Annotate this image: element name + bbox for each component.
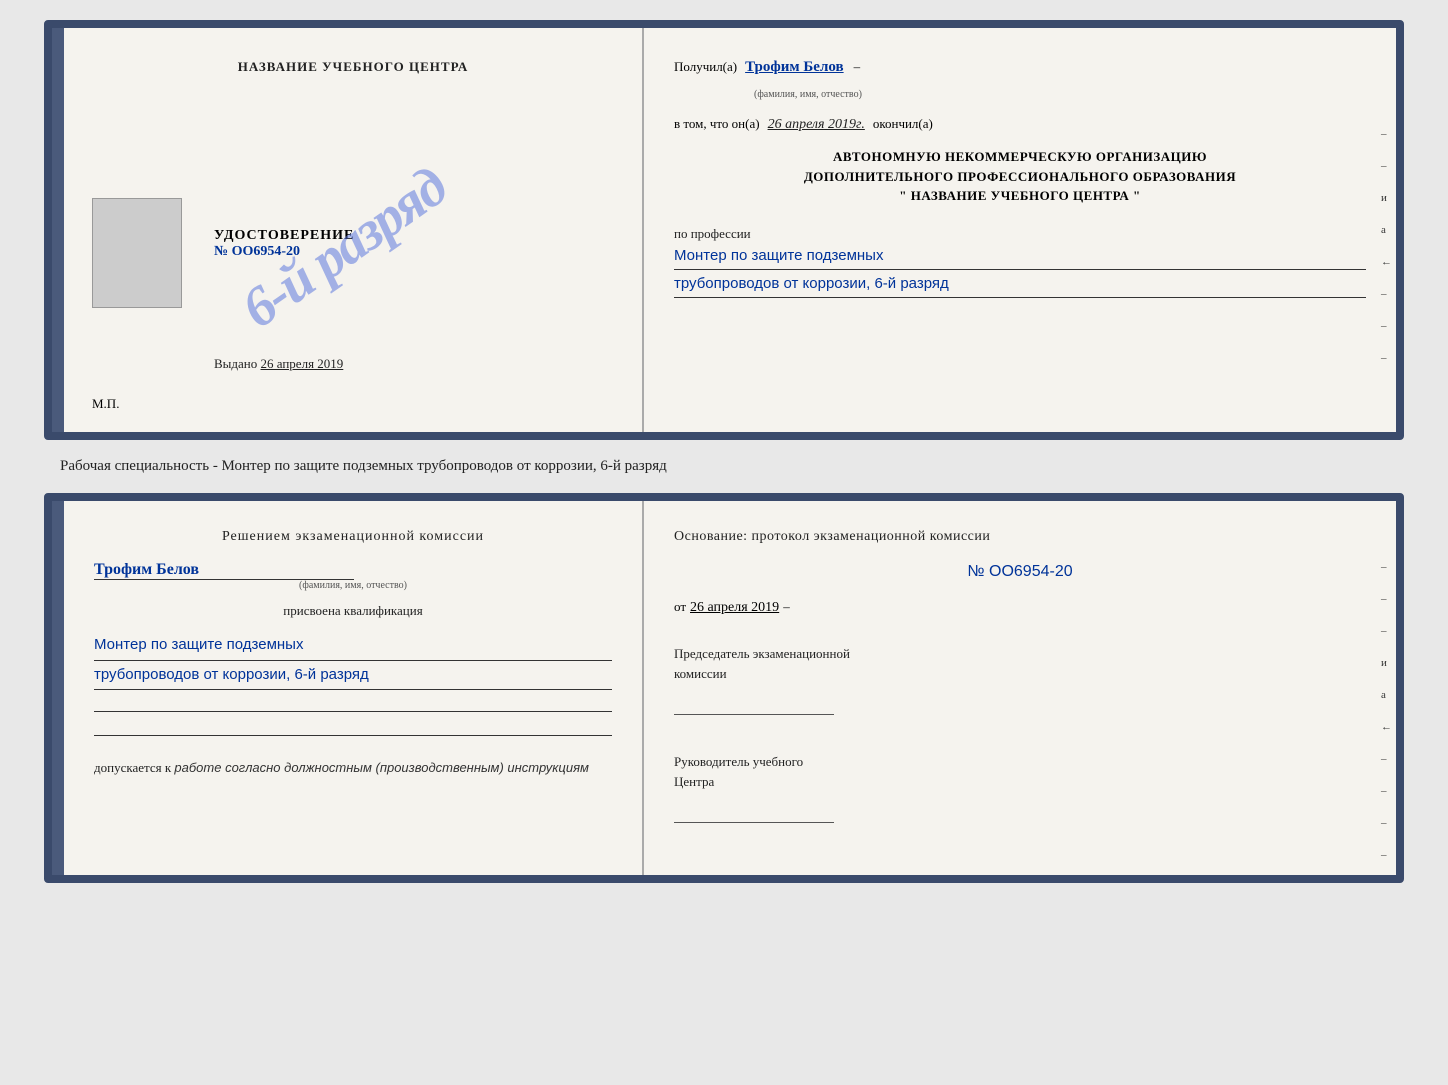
profession-block: по профессии Монтер по защите подземных … <box>674 220 1366 298</box>
side-marks-2: – – – и а ← – – – – <box>1381 561 1392 861</box>
dopusk-label: допускается к <box>94 760 171 775</box>
caption-text: Рабочая специальность - Монтер по защите… <box>20 458 667 475</box>
qual-line2: трубопроводов от коррозии, 6-й разряд <box>94 661 612 691</box>
profession-line1: Монтер по защите подземных <box>674 242 1366 270</box>
predsedatel-signature-line <box>674 691 834 715</box>
vtom-date: 26 апреля 2019г. <box>768 117 865 133</box>
decision-title: Решением экзаменационной комиссии <box>94 529 612 545</box>
top-certificate: НАЗВАНИЕ УЧЕБНОГО ЦЕНТРА 6-й разряд УДОС… <box>44 20 1404 440</box>
udostoverenie-number: № OO6954-20 <box>214 244 354 260</box>
vydano-block: Выдано 26 апреля 2019 <box>214 356 343 372</box>
rukovoditel-block: Руководитель учебного Центра <box>674 752 1366 828</box>
rukovoditel-line2: Центра <box>674 772 1366 792</box>
dopusk-text: работе согласно должностным (производств… <box>174 760 589 775</box>
top-cert-title: НАЗВАНИЕ УЧЕБНОГО ЦЕНТРА <box>94 58 612 76</box>
mp-label: М.П. <box>92 396 119 412</box>
poluchil-name: Трофим Белов <box>745 59 843 75</box>
vydano-date: 26 апреля 2019 <box>261 356 344 371</box>
udostoverenie-block: УДОСТОВЕРЕНИЕ № OO6954-20 <box>214 228 354 260</box>
bottom-certificate: Решением экзаменационной комиссии Трофим… <box>44 493 1404 883</box>
okonchil-label: окончил(а) <box>873 116 933 132</box>
udostoverenie-label: УДОСТОВЕРЕНИЕ <box>214 228 354 244</box>
org-line2: ДОПОЛНИТЕЛЬНОГО ПРОФЕССИОНАЛЬНОГО ОБРАЗО… <box>674 167 1366 187</box>
vtom-label: в том, что он(а) <box>674 116 760 132</box>
poluchil-sub: (фамилия, имя, отчество) <box>754 89 862 100</box>
right-dash1: – <box>783 599 790 615</box>
po-professii: по профессии <box>674 226 1366 242</box>
vydano-label: Выдано <box>214 356 257 371</box>
name-block: Трофим Белов (фамилия, имя, отчество) <box>94 561 612 591</box>
ot-label: от <box>674 599 686 615</box>
blank-line2 <box>94 714 612 736</box>
received-row: Получил(a) Трофим Белов – (фамилия, имя,… <box>674 58 1366 102</box>
photo-placeholder <box>92 198 182 308</box>
org-line1: АВТОНОМНУЮ НЕКОММЕРЧЕСКУЮ ОРГАНИЗАЦИЮ <box>674 147 1366 167</box>
book-spine-2 <box>52 501 64 875</box>
top-cert-left-page: НАЗВАНИЕ УЧЕБНОГО ЦЕНТРА 6-й разряд УДОС… <box>64 28 644 432</box>
org-block: АВТОНОМНУЮ НЕКОММЕРЧЕСКУЮ ОРГАНИЗАЦИЮ ДО… <box>674 147 1366 206</box>
qual-line1: Монтер по защите подземных <box>94 631 612 661</box>
top-cert-right-page: Получил(a) Трофим Белов – (фамилия, имя,… <box>644 28 1396 432</box>
blank-line1 <box>94 690 612 712</box>
ot-date: 26 апреля 2019 <box>690 600 779 616</box>
predsedatel-block: Председатель экзаменационной комиссии <box>674 644 1366 720</box>
vtom-row: в том, что он(а) 26 апреля 2019г. окончи… <box>674 116 1366 133</box>
person-name: Трофим Белов <box>94 561 354 580</box>
ot-row: от 26 апреля 2019 – <box>674 599 1366 616</box>
org-name: " НАЗВАНИЕ УЧЕБНОГО ЦЕНТРА " <box>674 186 1366 206</box>
prisvoena-label: присвоена квалификация <box>94 603 612 619</box>
book-spine <box>52 28 64 432</box>
dopusk-block: допускается к работе согласно должностны… <box>94 760 612 776</box>
osnov-number: № OO6954-20 <box>674 563 1366 581</box>
qualification-block: Монтер по защите подземных трубопроводов… <box>94 631 612 738</box>
poluchil-dash: – <box>854 59 861 74</box>
side-marks: – – и а ← – – – <box>1381 128 1392 364</box>
poluchil-label: Получил(a) <box>674 59 737 75</box>
bottom-cert-left-page: Решением экзаменационной комиссии Трофим… <box>64 501 644 875</box>
predsedatel-line1: Председатель экзаменационной <box>674 644 1366 664</box>
rukovoditel-signature-line <box>674 799 834 823</box>
rukovoditel-line1: Руководитель учебного <box>674 752 1366 772</box>
profession-line2: трубопроводов от коррозии, 6-й разряд <box>674 270 1366 298</box>
name-sub: (фамилия, имя, отчество) <box>94 580 612 591</box>
predsedatel-line2: комиссии <box>674 664 1366 684</box>
osnov-label: Основание: протокол экзаменационной коми… <box>674 529 1366 545</box>
bottom-cert-right-page: Основание: протокол экзаменационной коми… <box>644 501 1396 875</box>
